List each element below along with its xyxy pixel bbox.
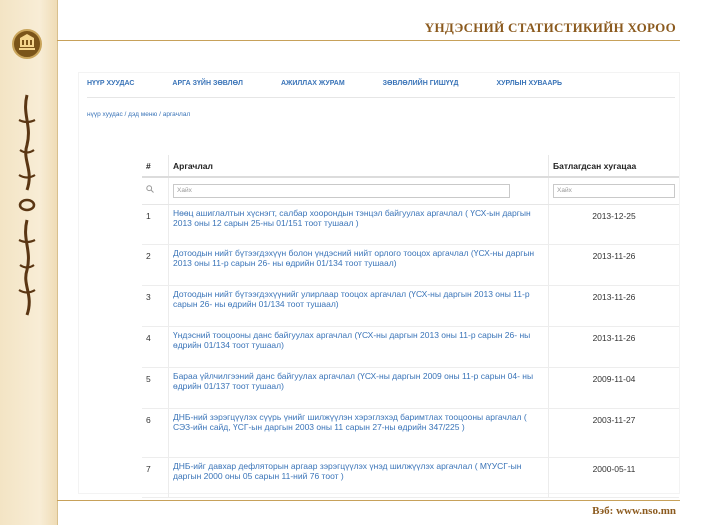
table-row: 5 Бараа үйлчилгээний данс байгуулах арга…	[142, 367, 679, 409]
mongolian-script-icon	[18, 94, 36, 316]
breadcrumb[interactable]: нүүр хуудас / дэд меню / аргачлал	[87, 111, 190, 118]
col-header-approved-date[interactable]: Батлагдсан хугацаа	[548, 155, 679, 178]
methodology-search-input[interactable]: Хайх	[173, 184, 510, 198]
table-row: 6 ДНБ-ний зэрэгцүүлэх сүүрь үнийг шилжүү…	[142, 408, 679, 458]
approved-date: 2013-12-25	[548, 204, 679, 245]
table-row: 1 Нөөц ашиглалтын хүснэгт, салбар хоорон…	[142, 204, 679, 245]
footer-divider	[57, 500, 680, 501]
row-number: 1	[142, 204, 169, 245]
approved-date: 2003-11-27	[548, 408, 679, 458]
row-number: 6	[142, 408, 169, 458]
methodology-link[interactable]: Дотоодын нийт бүтээгдэхүүн болон үндэсни…	[168, 244, 549, 286]
filter-row: Хайх Хайх	[142, 177, 679, 205]
approved-date: 2013-11-26	[548, 285, 679, 327]
top-nav: НҮҮР ХУУДАС АРГА ЗҮЙН ЗӨВЛӨЛ АЖИЛЛАХ ЖУР…	[87, 77, 675, 98]
row-number: 5	[142, 367, 169, 409]
approved-date: 2009-11-04	[548, 367, 679, 409]
website-screenshot: НҮҮР ХУУДАС АРГА ЗҮЙН ЗӨВЛӨЛ АЖИЛЛАХ ЖУР…	[78, 72, 680, 498]
methodology-table: # Аргачлал Батлагдсан хугацаа Хайх Хайх …	[142, 155, 679, 498]
col-header-methodology[interactable]: Аргачлал	[168, 155, 549, 178]
website-url: Вэб: www.nso.mn	[592, 505, 676, 517]
row-number: 2	[142, 244, 169, 286]
nav-item-council-members[interactable]: ЗӨВЛӨЛИЙН ГИШҮҮД	[383, 77, 459, 97]
row-number: 4	[142, 326, 169, 368]
page-title: ҮНДЭСНИЙ СТАТИСТИКИЙН ХОРОО	[424, 20, 676, 35]
header-divider	[57, 40, 680, 41]
methodology-link[interactable]: Үндэсний тооцооны данс байгуулах аргачла…	[168, 326, 549, 368]
methodology-link[interactable]: Нөөц ашиглалтын хүснэгт, салбар хооронды…	[168, 204, 549, 245]
nav-item-procedures[interactable]: АЖИЛЛАХ ЖУРАМ	[281, 77, 345, 97]
approved-date: 2013-11-26	[548, 244, 679, 286]
nav-item-home[interactable]: НҮҮР ХУУДАС	[87, 77, 134, 97]
nso-emblem-icon	[12, 29, 42, 59]
decorative-sidebar	[0, 0, 58, 525]
methodology-link[interactable]: Дотоодын нийт бүтээгдэхүүнийг улирлаар т…	[168, 285, 549, 327]
row-number: 7	[142, 457, 169, 498]
nav-item-meeting-schedule[interactable]: ХУРЛЫН ХУВААРЬ	[497, 77, 563, 97]
table-row: 4 Үндэсний тооцооны данс байгуулах аргач…	[142, 326, 679, 368]
table-row: 3 Дотоодын нийт бүтээгдэхүүнийг улирлаар…	[142, 285, 679, 327]
nav-item-methodology-council[interactable]: АРГА ЗҮЙН ЗӨВЛӨЛ	[172, 77, 243, 97]
approved-date: 2000-05-11	[548, 457, 679, 498]
date-search-input[interactable]: Хайх	[553, 184, 675, 198]
table-row: 2 Дотоодын нийт бүтээгдэхүүн болон үндэс…	[142, 244, 679, 286]
methodology-link[interactable]: ДНБ-ний зэрэгцүүлэх сүүрь үнийг шилжүүлэ…	[168, 408, 549, 458]
approved-date: 2013-11-26	[548, 326, 679, 368]
col-header-num[interactable]: #	[142, 155, 169, 178]
methodology-link[interactable]: ДНБ-ийг давхар дефляторын аргаар зэрэгцү…	[168, 457, 549, 498]
row-number: 3	[142, 285, 169, 327]
methodology-link[interactable]: Бараа үйлчилгээний данс байгуулах аргачл…	[168, 367, 549, 409]
table-row: 7 ДНБ-ийг давхар дефляторын аргаар зэрэг…	[142, 457, 679, 498]
search-icon	[146, 185, 154, 193]
